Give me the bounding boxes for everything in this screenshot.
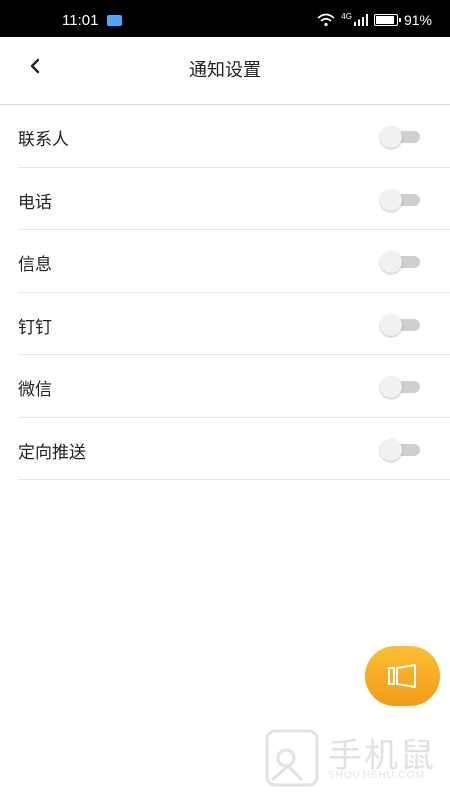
setting-label: 定向推送 xyxy=(18,442,86,463)
battery-icon xyxy=(373,14,401,26)
header: 通知设置 xyxy=(0,37,450,105)
setting-row-phone: 电话 xyxy=(18,168,450,230)
setting-label: 电话 xyxy=(18,192,52,213)
contacts-toggle[interactable] xyxy=(380,126,420,148)
toggle-thumb xyxy=(380,188,402,211)
speaker-icon xyxy=(387,664,416,688)
setting-label: 信息 xyxy=(18,255,52,275)
setting-row-targeted-push: 定向推送 xyxy=(18,418,450,480)
notification-badge-icon xyxy=(107,15,122,26)
phone-toggle[interactable] xyxy=(380,188,420,211)
toggle-thumb xyxy=(380,438,402,461)
page-title: 通知设置 xyxy=(189,60,261,81)
setting-row-dingtalk: 钉钉 xyxy=(18,293,450,355)
battery-percent: 91% xyxy=(403,12,432,28)
floating-action-button[interactable] xyxy=(365,646,440,706)
setting-row-contacts: 联系人 xyxy=(18,105,450,168)
toggle-thumb xyxy=(380,126,402,148)
setting-label: 联系人 xyxy=(18,130,69,150)
targeted-push-toggle[interactable] xyxy=(380,438,420,461)
setting-label: 微信 xyxy=(18,380,52,400)
network-type-label: 4G xyxy=(341,11,352,21)
status-bar: 11:01 4G 91% xyxy=(0,0,450,37)
watermark-logo-icon xyxy=(265,729,319,787)
status-time: 11:01 xyxy=(62,12,99,29)
setting-label: 钉钉 xyxy=(18,317,52,338)
watermark: 手机鼠 SHOUJISHU.COM xyxy=(262,726,442,790)
toggle-thumb xyxy=(380,376,402,398)
toggle-thumb xyxy=(380,313,402,336)
cell-signal-icon xyxy=(353,14,368,26)
watermark-subtext: SHOUJISHU.COM xyxy=(328,770,425,781)
toggle-thumb xyxy=(380,251,402,273)
dingtalk-toggle[interactable] xyxy=(380,313,420,336)
wechat-toggle[interactable] xyxy=(380,376,420,398)
status-icons: 4G 91% xyxy=(317,12,432,28)
setting-row-messages: 信息 xyxy=(18,230,450,293)
messages-toggle[interactable] xyxy=(380,251,420,273)
setting-row-wechat: 微信 xyxy=(18,355,450,418)
notification-settings-list: 联系人 电话 信息 钉钉 微信 定向推送 xyxy=(18,105,450,480)
wifi-icon xyxy=(317,13,335,27)
